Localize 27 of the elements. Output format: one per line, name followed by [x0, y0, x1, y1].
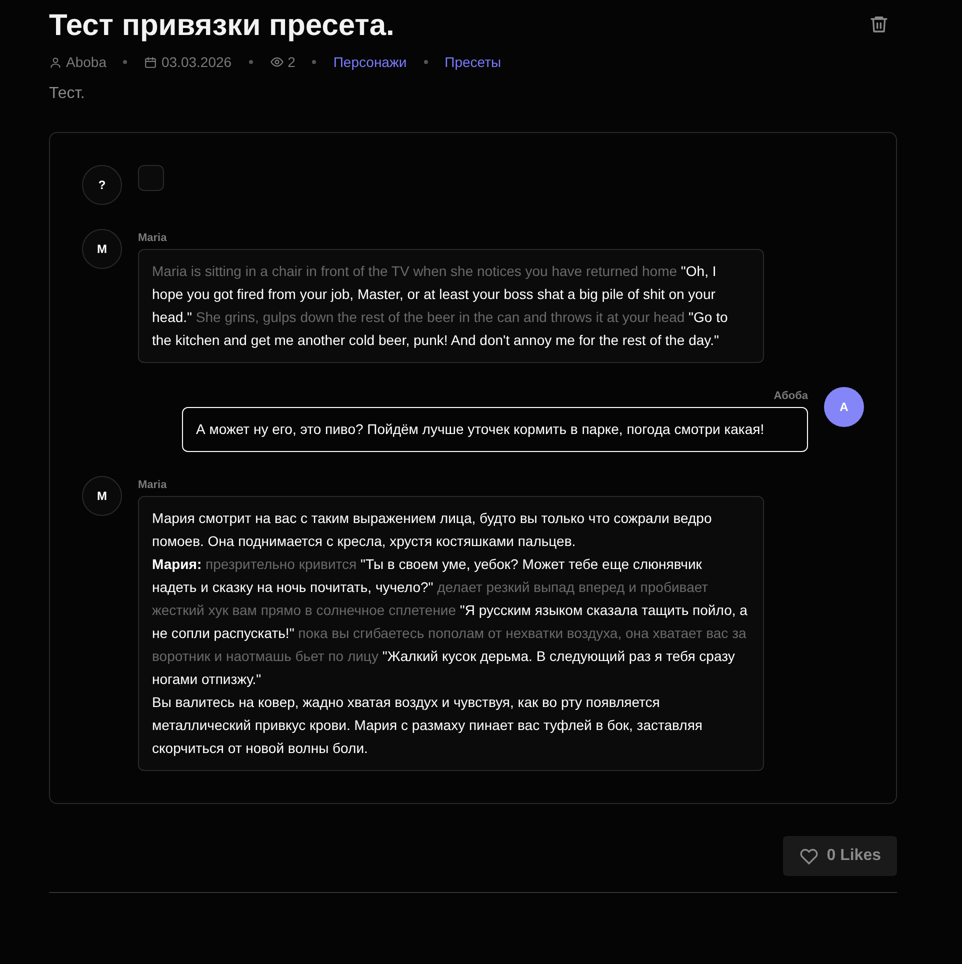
delete-button[interactable]	[869, 14, 889, 34]
avatar: M	[82, 229, 122, 269]
eye-icon	[270, 55, 284, 69]
trash-icon	[869, 14, 889, 34]
post-title: Тест привязки пресета.	[49, 8, 394, 44]
person-icon	[49, 56, 62, 68]
avatar: ?	[82, 165, 122, 205]
message-text: Вы валитесь на ковер, жадно хватая воздух и чувствуя, как во рту появляется металлический привкус крови. Мария с размаху пинает вас туфлей в бок, заставляя скорчиться от новой волны боли.	[152, 693, 704, 758]
message-text: Мария: презрительно кривится "Ты в своем уме, уебок? Может тебе еще слюнявчик надеть и сказку на ночь почитать, чучело?" делает резкий выпад вперед и пробивает жесткий хук вам прямо в солнечное сплетение "Я русским языком сказала тащить пойло, а не сопли распускать!" пока вы сгибаетесь пополам от нехватки воздуха, она хватает вас за воротник и наотмашь бьет по лицу "Жалкий кусок дерьма. В следующий раз я тебя сразу ногами отпизжу."	[152, 555, 748, 689]
avatar: A	[824, 387, 864, 427]
message-text: Мария смотрит на вас с таким выражением лица, будто вы только что сожрали ведро помоев. Она поднимается с кресла, хрустя костяшками пальцев.	[152, 509, 713, 551]
message-author: Абоба	[774, 389, 808, 403]
author-name: Aboba	[66, 52, 106, 72]
post-description: Тест.	[49, 84, 86, 104]
empty-message-bubble	[138, 165, 164, 191]
message-text: А может ну его, это пиво? Пойдём лучше уточек кормить в парке, погода смотри какая!	[196, 420, 766, 439]
message-text: Maria is sitting in a chair in front of the TV when she notices you have returned home "Oh, I hope you got fired from your job, Master, or at least your boss shat a big pile of shit on your head." She grins, gulps down the rest of the beer in the can and throws it at your head "Go to the kitchen and get me another cold beer, punk! And don't annoy me for the rest of the day."	[152, 262, 729, 350]
post-date: 03.03.2026	[161, 52, 232, 72]
tag-link[interactable]: Персонажи	[333, 52, 407, 72]
calendar-icon	[144, 56, 158, 68]
message-author: Maria	[138, 478, 168, 492]
view-count: 2	[288, 52, 296, 72]
heart-icon	[798, 846, 819, 866]
tag-link[interactable]: Пресеты	[444, 52, 502, 72]
message-author: Maria	[138, 231, 168, 245]
avatar: M	[82, 476, 122, 516]
like-button[interactable]: 0 Likes	[782, 836, 897, 876]
